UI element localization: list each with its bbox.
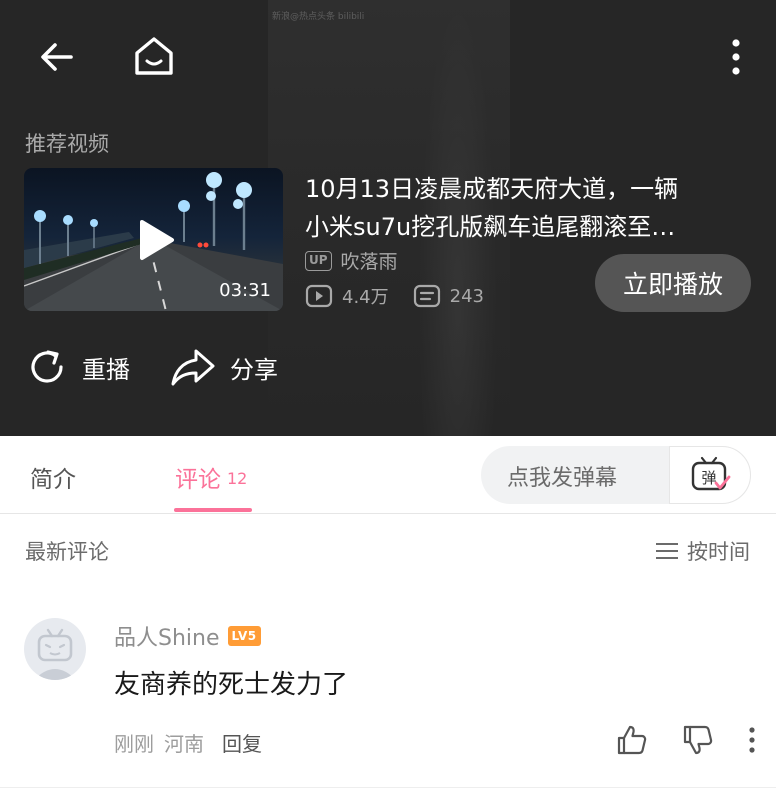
sort-menu-icon (656, 543, 678, 559)
play-icon (140, 220, 174, 260)
replay-icon (31, 350, 63, 383)
reply-button[interactable]: 回复 (222, 728, 262, 757)
replay-label: 重播 (82, 355, 130, 384)
danmaku-count-stat: 243 (413, 284, 484, 308)
uploader-name: 吹落雨 (340, 251, 398, 273)
danmaku-count: 243 (449, 285, 484, 307)
arrow-left-icon (41, 43, 73, 71)
latest-comments-label: 最新评论 (25, 540, 109, 564)
recommended-video-title[interactable]: 10月13日凌晨成都天府大道，一辆 小米su7u挖孔版飙车追尾翻滚至… (305, 170, 745, 246)
share-label: 分享 (230, 355, 278, 384)
tab-intro[interactable]: 简介 (30, 460, 76, 494)
tab-comments-count: 12 (227, 469, 248, 488)
video-stats: 4.4万 243 (305, 283, 498, 309)
recommended-video-label: 推荐视频 (25, 132, 109, 156)
view-count-stat: 4.4万 (305, 283, 389, 309)
thumbs-up-icon[interactable] (616, 724, 648, 756)
level-badge: LV5 (227, 626, 261, 646)
comment-meta: 刚刚 河南 回复 (114, 728, 262, 757)
thumbs-down-icon[interactable] (682, 724, 714, 756)
video-duration: 03:31 (219, 280, 271, 301)
replay-button[interactable]: 重播 (26, 346, 130, 388)
tab-comments[interactable]: 评论 12 (175, 460, 247, 494)
home-icon (135, 37, 173, 75)
video-player-end-screen[interactable]: 新浪@热点头条 bilibili 推荐视频 03:31 10月13日凌晨成都天府… (0, 0, 776, 436)
comment-actions (616, 724, 756, 756)
sort-by-time-button[interactable]: 按时间 (655, 536, 750, 566)
danmaku-input-placeholder: 点我发弹幕 (507, 466, 618, 491)
comment-user[interactable]: 品人Shine LV5 (114, 620, 261, 652)
danmaku-icon-char: 弹 (701, 469, 716, 487)
danmaku-toggle-icon: 弹 (691, 456, 731, 491)
default-avatar-tv-icon (34, 628, 76, 680)
active-tab-indicator (174, 508, 252, 512)
comment-sort-row: 最新评论 按时间 (0, 514, 776, 586)
video-watermark: 新浪@热点头条 bilibili (272, 12, 365, 22)
tab-comments-label: 评论 (175, 467, 221, 493)
danmaku-input[interactable]: 点我发弹幕 弹 (481, 446, 751, 504)
video-title-line-2: 小米su7u挖孔版飙车追尾翻滚至… (305, 213, 676, 241)
comment-text: 友商养的死士发力了 (114, 670, 349, 700)
comment-item: 品人Shine LV5 友商养的死士发力了 刚刚 河南 回复 (0, 600, 776, 788)
avatar[interactable] (24, 618, 86, 680)
comment-username: 品人Shine (114, 626, 220, 651)
play-count-icon (305, 284, 333, 308)
more-options-button[interactable] (720, 34, 752, 80)
more-vertical-icon[interactable] (748, 727, 756, 753)
up-badge: UP (305, 250, 332, 271)
recommended-video-thumbnail[interactable]: 03:31 (24, 168, 283, 311)
share-icon (171, 349, 215, 386)
danmaku-settings-button[interactable]: 弹 (669, 446, 751, 504)
more-vertical-icon (732, 39, 740, 75)
uploader-info[interactable]: UP 吹落雨 (305, 247, 398, 274)
view-count: 4.4万 (342, 287, 389, 308)
share-button[interactable]: 分享 (170, 346, 278, 388)
back-button[interactable] (34, 34, 80, 80)
comment-time: 刚刚 (114, 732, 154, 756)
comment-location: 河南 (164, 732, 204, 756)
sort-by-time-label: 按时间 (687, 540, 750, 564)
play-now-button[interactable]: 立即播放 (595, 254, 751, 312)
video-title-line-1: 10月13日凌晨成都天府大道，一辆 (305, 175, 679, 203)
content-tab-bar: 简介 评论 12 点我发弹幕 弹 (0, 436, 776, 514)
home-button[interactable] (130, 32, 178, 80)
danmaku-icon (413, 284, 440, 308)
